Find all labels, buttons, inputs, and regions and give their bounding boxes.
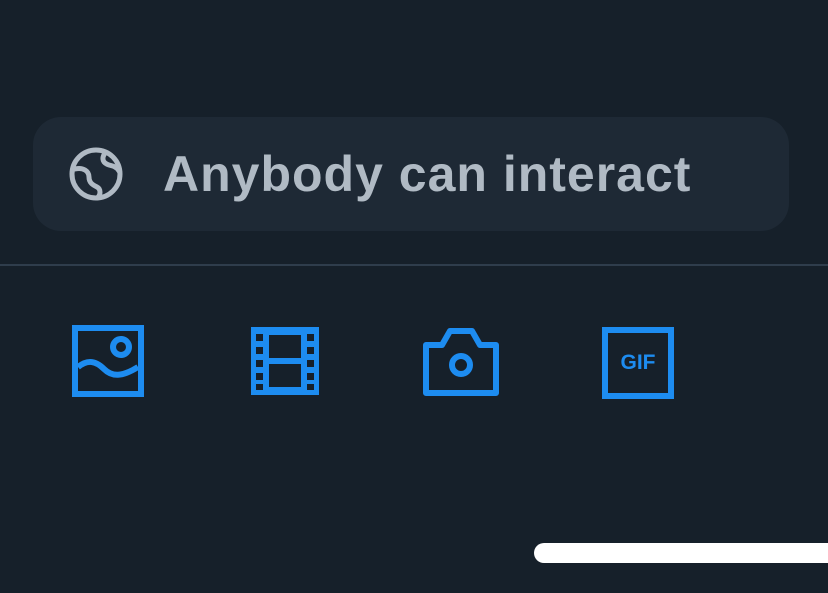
add-gif-button[interactable]: GIF [600, 325, 676, 401]
globe-icon [67, 145, 125, 203]
home-indicator [534, 543, 828, 563]
image-icon [70, 323, 146, 404]
gif-icon: GIF [600, 325, 676, 401]
compose-screen: Anybody can interact GIF [0, 0, 828, 593]
gif-label: GIF [620, 351, 656, 374]
media-toolbar: GIF [0, 323, 828, 404]
divider [0, 264, 828, 266]
add-video-button[interactable] [247, 325, 323, 401]
reply-audience-label: Anybody can interact [163, 146, 692, 202]
reply-audience-button[interactable]: Anybody can interact [33, 117, 789, 231]
open-camera-button[interactable] [420, 325, 502, 401]
camera-icon [420, 323, 502, 404]
video-icon [247, 323, 323, 404]
add-image-button[interactable] [70, 323, 146, 404]
